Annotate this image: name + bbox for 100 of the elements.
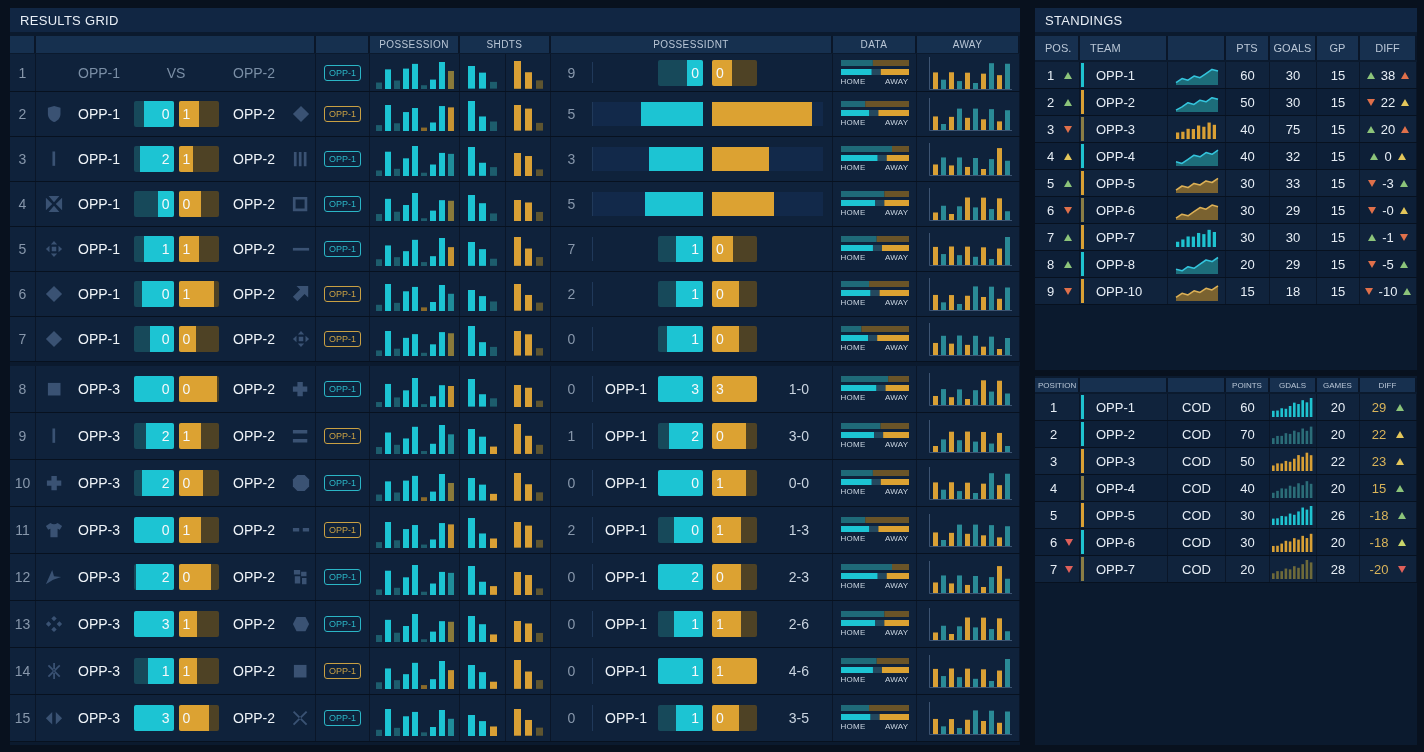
dash-icon (291, 246, 310, 252)
legend-label: HOME (840, 487, 866, 496)
diff-value: 0 (1384, 148, 1392, 164)
team-name: OPP-10 (1096, 283, 1143, 299)
legend-label: HOME (840, 253, 866, 262)
team-name: OPP-2 (233, 381, 275, 397)
diff-value: 20 (1380, 121, 1396, 137)
legend-label: HOME (840, 675, 866, 684)
diff-value: 22 (1371, 426, 1387, 442)
goals-value: 18 (1285, 283, 1301, 299)
match-score: 3-0 (788, 428, 809, 444)
score-value: 3 (161, 710, 170, 726)
team-name: OPP-4 (1096, 480, 1135, 496)
legend-label: HOME (840, 393, 866, 402)
team-tag: OPP-1 (324, 241, 361, 257)
count-text: 5 (567, 106, 576, 122)
asterisk-icon (45, 662, 63, 680)
team-name: OPP-2 (233, 64, 275, 81)
score-value: 0 (716, 64, 724, 81)
team-tag: OPP-1 (324, 64, 361, 81)
score-value: 1 (161, 241, 170, 257)
team-tag: OPP-1 (324, 616, 361, 632)
score-value: 2 (691, 428, 699, 444)
mini-bar-chart (468, 379, 497, 407)
split-bar-graphic (840, 236, 909, 251)
legend-label: AWAY (884, 76, 909, 86)
score-value: 0 (161, 286, 170, 302)
games-value: 15 (1330, 94, 1346, 110)
legend-label: AWAY (884, 675, 909, 684)
column-header: DIFF (1360, 378, 1417, 392)
match-score: 3-5 (788, 710, 809, 726)
team-name: OPP-1 (1096, 67, 1135, 83)
legend-label: AWAY (884, 628, 909, 637)
four-arrows-icon (291, 330, 310, 348)
score-value: 1 (182, 151, 191, 167)
team-name: OPP-1 (605, 663, 647, 679)
mini-bar-chart (514, 152, 543, 176)
team-tag: OPP-1 (324, 331, 361, 347)
team-name: OPP-3 (78, 381, 120, 397)
count-text: 0 (567, 616, 576, 632)
team-name: OPP-2 (1096, 94, 1135, 110)
team-name: OPP-1 (605, 475, 647, 491)
team-name: OPP-1 (78, 151, 120, 167)
column-header: POSITION (1035, 378, 1080, 392)
score-value: 1 (716, 522, 724, 538)
cross-icon (292, 380, 309, 398)
mini-bar-chart (514, 473, 543, 501)
code-text: COD (1182, 534, 1211, 550)
four-diamonds-icon (45, 615, 63, 633)
team-name: OPP-3 (1096, 121, 1135, 137)
mini-bar-chart (468, 194, 497, 221)
score-value: 1 (161, 663, 170, 679)
goals-value: 32 (1285, 148, 1301, 164)
mini-bar-chart (514, 424, 543, 454)
count-text: 0 (567, 475, 576, 491)
count-text: 0 (567, 569, 576, 585)
team-tag: OPP-1 (324, 428, 361, 444)
team-name: OPP-2 (1096, 426, 1135, 442)
score-value: 0 (161, 196, 170, 212)
diff-value: -18 (1369, 507, 1389, 523)
legend-label: AWAY (884, 487, 909, 496)
two-bars-icon (292, 428, 309, 444)
team-name: OPP-7 (1096, 561, 1135, 577)
points-value: 40 (1240, 480, 1255, 496)
legend-label: HOME (840, 76, 866, 86)
team-name: OPP-7 (1096, 229, 1135, 245)
score-value: 1 (182, 428, 191, 444)
column-header: PTS (1226, 36, 1270, 60)
legend-label: HOME (840, 343, 866, 352)
diff-value: 38 (1380, 67, 1396, 83)
count-text: 2 (567, 286, 576, 302)
legend-label: AWAY (884, 163, 909, 172)
vs-label: VS (166, 64, 186, 81)
mini-bar-chart (468, 101, 497, 131)
team-name: OPP-2 (233, 663, 275, 679)
match-score: 4-6 (788, 663, 809, 679)
goals-value: 30 (1285, 67, 1301, 83)
team-name: OPP-2 (233, 106, 275, 122)
mini-bar-chart (468, 289, 497, 311)
legend-label: HOME (840, 208, 866, 217)
code-text: COD (1182, 399, 1211, 415)
goals-value: 29 (1285, 202, 1301, 218)
points-value: 60 (1240, 399, 1255, 415)
points-value: 30 (1240, 507, 1255, 523)
score-value: 0 (161, 331, 170, 347)
team-tag: OPP-1 (324, 196, 361, 212)
mini-bar-chart (468, 326, 497, 356)
count-text: 2 (567, 522, 576, 538)
column-header: TEAM (1080, 36, 1168, 60)
team-name: OPP-3 (78, 428, 120, 444)
rank-text: 1 (18, 64, 27, 81)
team-name: OPP-8 (1096, 256, 1135, 272)
mini-bar-chart (468, 242, 497, 266)
score-value: 2 (691, 569, 699, 585)
mini-bar-chart (514, 105, 543, 131)
legend-label: AWAY (884, 393, 909, 402)
score-value: 1 (716, 663, 724, 679)
score-value: 0 (182, 196, 191, 212)
games-value: 22 (1330, 453, 1346, 469)
score-value: 1 (691, 331, 699, 347)
